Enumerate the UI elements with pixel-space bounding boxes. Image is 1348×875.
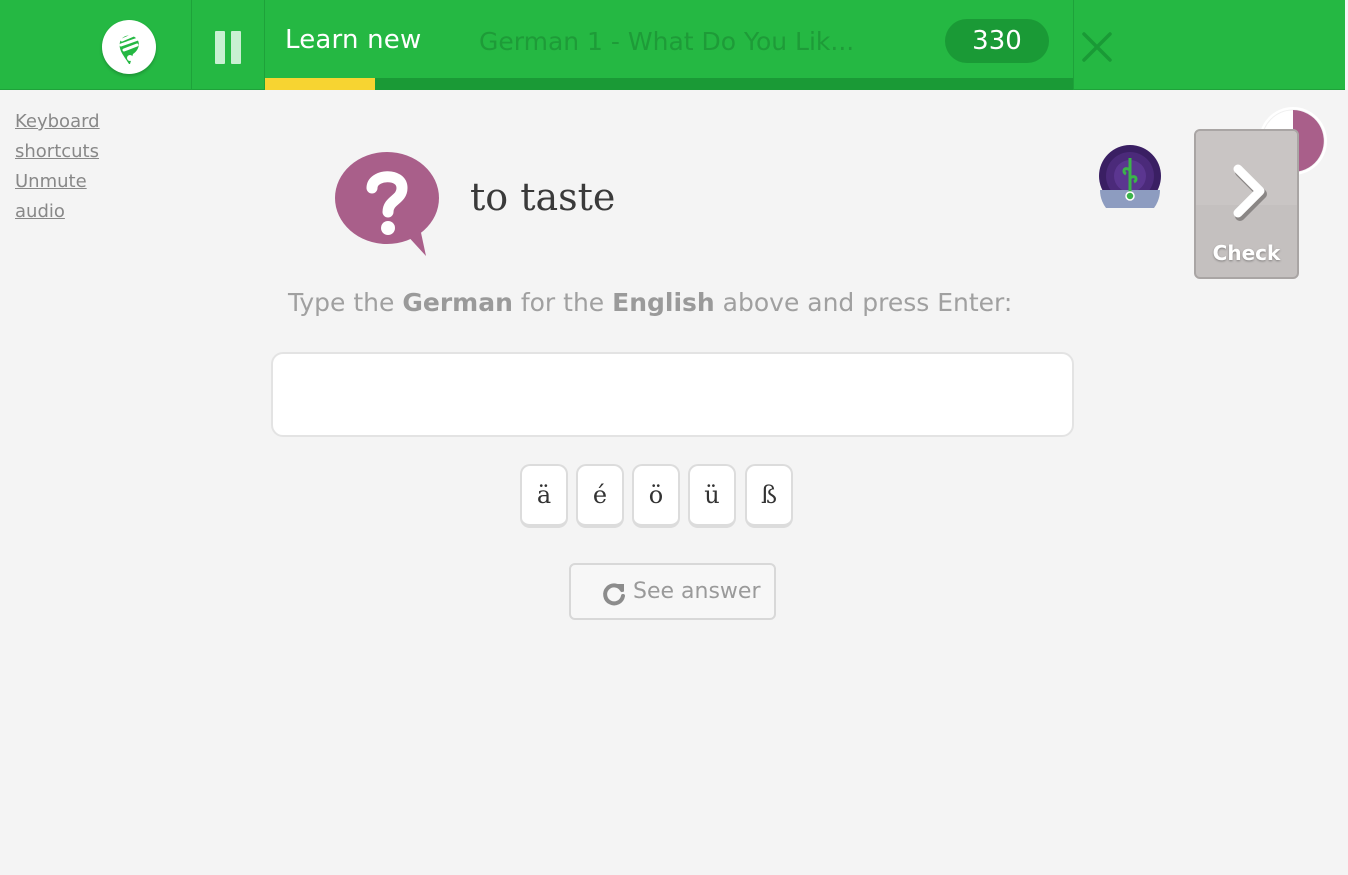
question-bubble-icon — [334, 150, 442, 260]
instruction-part: above and press Enter: — [714, 288, 1013, 317]
check-label: Check — [1212, 241, 1281, 265]
char-button-eszett[interactable]: ß — [745, 464, 793, 528]
session-progress-bar — [265, 78, 1073, 90]
prompt-word: to taste — [470, 175, 616, 219]
char-button-u-umlaut[interactable]: ü — [688, 464, 736, 528]
logo-area — [0, 0, 191, 90]
accessibility-links: Keyboard shortcuts Unmute audio — [15, 107, 125, 227]
plant-level-avatar-icon — [1098, 144, 1162, 220]
points-badge: 330 — [945, 19, 1049, 63]
see-answer-label: See answer — [633, 579, 761, 604]
memrise-logo-icon[interactable] — [102, 20, 156, 74]
instruction-text: Type the German for the English above an… — [288, 288, 1048, 317]
answer-input[interactable] — [271, 352, 1074, 437]
char-button-o-umlaut[interactable]: ö — [632, 464, 680, 528]
course-title: German 1 - What Do You Lik... — [479, 27, 855, 56]
keyboard-shortcuts-link[interactable]: Keyboard — [15, 107, 125, 137]
mode-title: Learn new — [285, 25, 422, 55]
instruction-part: Type the — [288, 288, 403, 317]
refresh-icon — [603, 583, 625, 606]
char-button-e-acute[interactable]: é — [576, 464, 624, 528]
char-button-a-umlaut[interactable]: ä — [520, 464, 568, 528]
close-icon — [1082, 32, 1112, 62]
unmute-audio-link[interactable]: audio — [15, 197, 125, 227]
see-answer-button[interactable]: See answer — [569, 563, 776, 620]
session-header: Learn new German 1 - What Do You Lik... … — [265, 0, 1073, 90]
pause-button[interactable] — [192, 0, 264, 90]
close-button[interactable] — [1078, 28, 1116, 66]
session-progress-fill — [265, 78, 375, 90]
source-language: English — [612, 288, 715, 317]
top-bar: Learn new German 1 - What Do You Lik... … — [0, 0, 1345, 90]
divider — [1073, 0, 1074, 90]
target-language: German — [402, 288, 513, 317]
chevron-right-icon — [1233, 164, 1267, 221]
keyboard-shortcuts-link[interactable]: shortcuts — [15, 137, 125, 167]
check-button[interactable]: Check — [1194, 129, 1299, 279]
unmute-audio-link[interactable]: Unmute — [15, 167, 125, 197]
instruction-part: for the — [512, 288, 613, 317]
